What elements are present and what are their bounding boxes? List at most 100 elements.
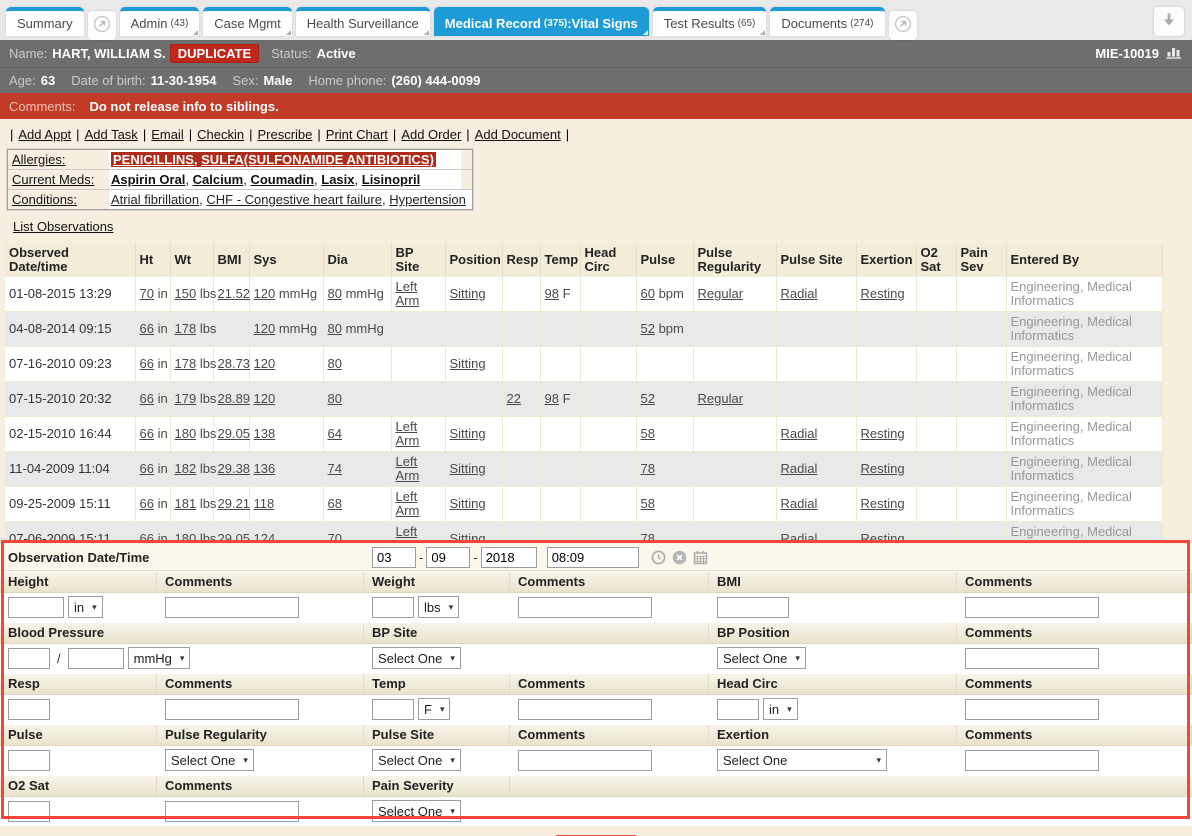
comments-input[interactable] <box>165 597 299 618</box>
obs-time-input[interactable] <box>547 547 639 568</box>
value-link[interactable]: 22 <box>507 391 521 406</box>
comments-input[interactable] <box>965 750 1099 771</box>
value-link[interactable]: 29.05 <box>218 531 251 541</box>
value-link[interactable]: 180 <box>175 426 197 441</box>
value-link[interactable]: Left Arm <box>396 454 420 483</box>
action-link-add-document[interactable]: Add Document <box>475 127 561 142</box>
current-meds-label-link[interactable]: Current Meds: <box>12 172 94 187</box>
value-link[interactable]: 150 <box>175 286 197 301</box>
pulse-site-select[interactable]: Select One▾ <box>372 749 461 771</box>
value-link[interactable]: 66 <box>140 391 154 406</box>
temp-input[interactable] <box>372 699 414 720</box>
value-link[interactable]: Left Arm <box>396 489 420 518</box>
value-link[interactable]: 136 <box>254 461 276 476</box>
value-link[interactable]: 179 <box>175 391 197 406</box>
value-link[interactable]: 29.21 <box>218 496 251 511</box>
value-link[interactable]: Left Arm <box>396 419 420 448</box>
value-link[interactable]: Regular <box>698 286 744 301</box>
value-link[interactable]: Left Arm <box>396 524 420 541</box>
value-link[interactable]: 66 <box>140 321 154 336</box>
value-link[interactable]: 66 <box>140 461 154 476</box>
value-link[interactable]: 66 <box>140 496 154 511</box>
obs-date-year-input[interactable] <box>481 547 537 568</box>
summary-item-lisinopril[interactable]: Lisinopril <box>362 172 421 187</box>
exertion-select[interactable]: Select One▾ <box>717 749 887 771</box>
value-link[interactable]: Sitting <box>450 531 486 541</box>
collapse-header-button[interactable] <box>1154 7 1184 36</box>
value-link[interactable]: Resting <box>861 426 905 441</box>
blood-pressure-input[interactable] <box>68 648 124 669</box>
value-link[interactable]: 178 <box>175 356 197 371</box>
comments-input[interactable] <box>965 699 1099 720</box>
summary-item-penicillins[interactable]: PENICILLINS <box>113 152 194 167</box>
value-link[interactable]: 178 <box>175 321 197 336</box>
weight-select[interactable]: lbs▾ <box>418 596 459 618</box>
value-link[interactable]: 58 <box>641 496 655 511</box>
head-circ-input[interactable] <box>717 699 759 720</box>
value-link[interactable]: 120 <box>254 391 276 406</box>
blood-pressure-input[interactable] <box>8 648 50 669</box>
action-link-email[interactable]: Email <box>151 127 184 142</box>
comments-input[interactable] <box>965 648 1099 669</box>
value-link[interactable]: 182 <box>175 461 197 476</box>
comments-input[interactable] <box>518 597 652 618</box>
value-link[interactable]: Radial <box>781 426 818 441</box>
value-link[interactable]: 74 <box>328 461 342 476</box>
tab-summary[interactable]: Summary <box>6 7 84 36</box>
value-link[interactable]: Sitting <box>450 496 486 511</box>
value-link[interactable]: 181 <box>175 496 197 511</box>
documents-popout-button[interactable] <box>889 11 917 40</box>
value-link[interactable]: 66 <box>140 531 154 541</box>
value-link[interactable]: 29.05 <box>218 426 251 441</box>
action-link-add-task[interactable]: Add Task <box>85 127 138 142</box>
conditions-label-link[interactable]: Conditions: <box>12 192 77 207</box>
temp-select[interactable]: F▾ <box>418 698 450 720</box>
value-link[interactable]: 120 <box>254 321 276 336</box>
value-link[interactable]: Left Arm <box>396 279 420 308</box>
value-link[interactable]: 180 <box>175 531 197 541</box>
value-link[interactable]: Sitting <box>450 286 486 301</box>
pulse-regularity-select[interactable]: Select One▾ <box>165 749 254 771</box>
clear-date-icon[interactable] <box>672 550 687 565</box>
action-link-add-appt[interactable]: Add Appt <box>18 127 71 142</box>
value-link[interactable]: 80 <box>328 391 342 406</box>
summary-item-lasix[interactable]: Lasix <box>321 172 354 187</box>
value-link[interactable]: Resting <box>861 286 905 301</box>
bp-position-select[interactable]: Select One▾ <box>717 647 806 669</box>
summary-item-hypertension[interactable]: Hypertension <box>389 192 466 207</box>
value-link[interactable]: 80 <box>328 286 342 301</box>
blood-pressure-select[interactable]: mmHg▾ <box>128 647 191 669</box>
value-link[interactable]: 138 <box>254 426 276 441</box>
summary-item-atrial-fibrillation[interactable]: Atrial fibrillation <box>111 192 199 207</box>
value-link[interactable]: Resting <box>861 496 905 511</box>
comments-input[interactable] <box>165 699 299 720</box>
bp-site-select[interactable]: Select One▾ <box>372 647 461 669</box>
value-link[interactable]: 21.52 <box>218 286 251 301</box>
summary-item-coumadin[interactable]: Coumadin <box>250 172 314 187</box>
value-link[interactable]: Radial <box>781 461 818 476</box>
value-link[interactable]: 80 <box>328 356 342 371</box>
value-link[interactable]: 78 <box>641 461 655 476</box>
summary-item-calcium[interactable]: Calcium <box>193 172 244 187</box>
comments-input[interactable] <box>165 801 299 822</box>
value-link[interactable]: 120 <box>254 286 276 301</box>
value-link[interactable]: Sitting <box>450 426 486 441</box>
comments-input[interactable] <box>965 597 1099 618</box>
list-observations-link[interactable]: List Observations <box>13 219 113 234</box>
comments-input[interactable] <box>518 750 652 771</box>
o2-sat-input[interactable] <box>8 801 50 822</box>
weight-input[interactable] <box>372 597 414 618</box>
value-link[interactable]: 118 <box>254 496 275 511</box>
pulse-input[interactable] <box>8 750 50 771</box>
value-link[interactable]: 70 <box>140 286 154 301</box>
summary-item-sulfa-sulfonamide-antibiotics[interactable]: SULFA(SULFONAMIDE ANTIBIOTICS) <box>201 152 434 167</box>
allergies-label-link[interactable]: Allergies: <box>12 152 65 167</box>
obs-date-month-input[interactable] <box>372 547 416 568</box>
resp-input[interactable] <box>8 699 50 720</box>
value-link[interactable]: 68 <box>328 496 342 511</box>
value-link[interactable]: 98 <box>545 286 559 301</box>
flowsheet-chart-icon[interactable] <box>1166 45 1183 62</box>
value-link[interactable]: 66 <box>140 426 154 441</box>
tab-admin[interactable]: Admin(43) <box>120 7 200 36</box>
value-link[interactable]: 70 <box>328 531 342 541</box>
